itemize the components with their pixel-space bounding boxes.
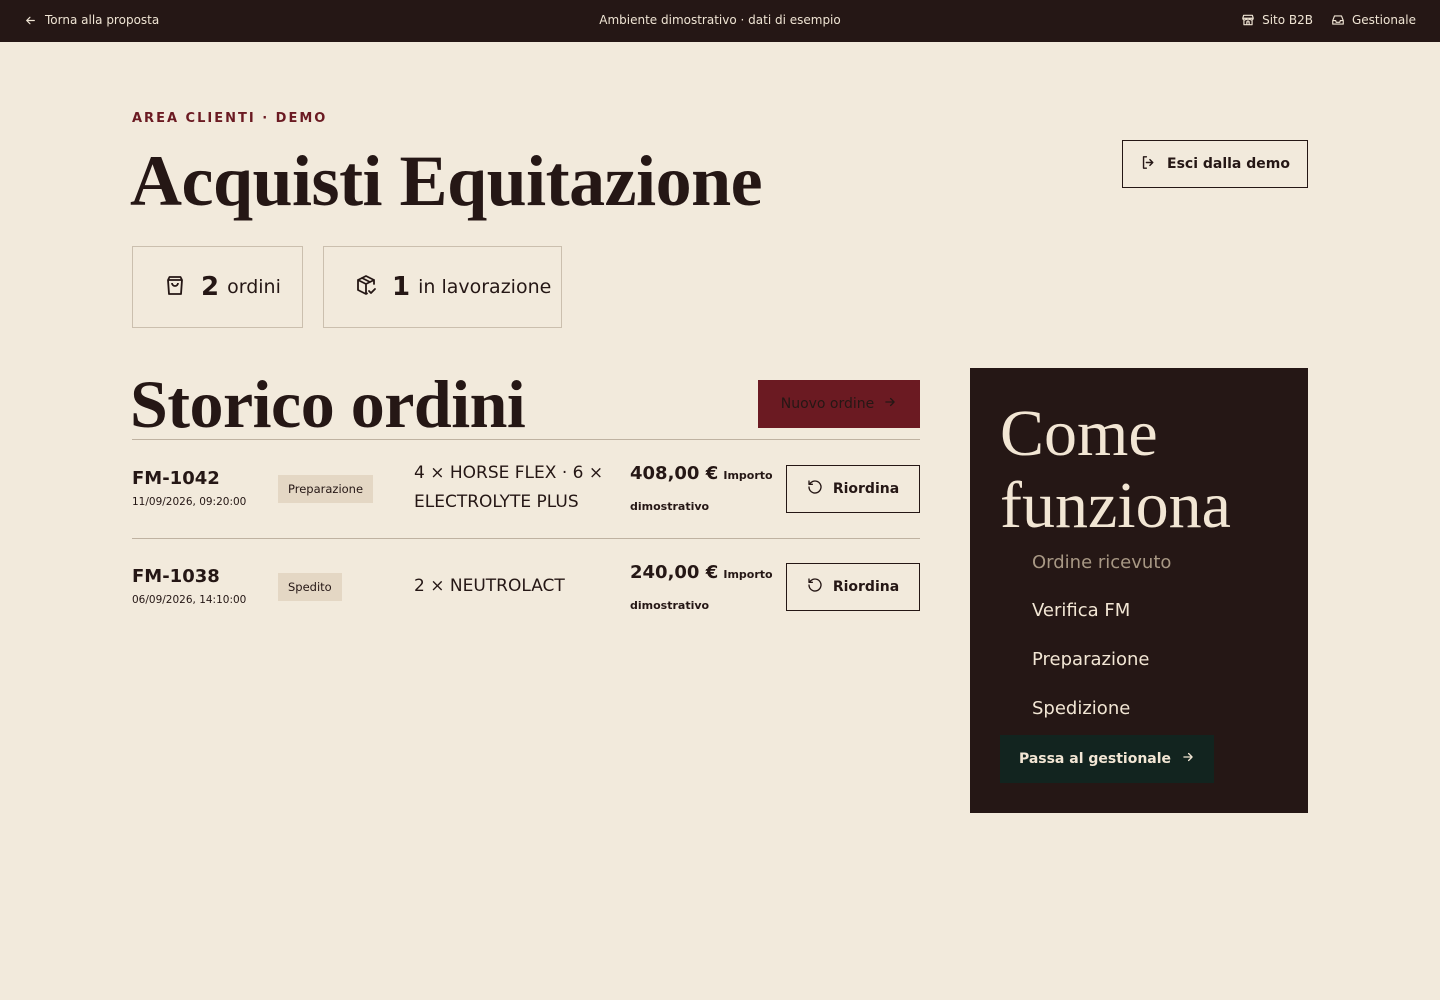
step-preparation: Preparazione (1032, 649, 1150, 670)
order-code[interactable]: FM-1042 (132, 468, 220, 489)
order-date: 11/09/2026, 09:20:00 (132, 496, 247, 508)
order-amount-value: 240,00 € (630, 562, 719, 583)
status-badge: Preparazione (278, 475, 374, 503)
go-to-gestionale-button[interactable]: Passa al gestionale (1000, 735, 1214, 783)
new-order-button[interactable]: Nuovo ordine (758, 380, 920, 428)
new-order-label: Nuovo ordine (780, 396, 875, 412)
reorder-button[interactable]: Riordina (786, 563, 920, 611)
divider (132, 538, 920, 539)
package-check-icon (354, 273, 378, 301)
logout-icon (1140, 154, 1157, 175)
reorder-label: Riordina (832, 579, 900, 595)
gestionale-link[interactable]: Gestionale (1331, 13, 1416, 27)
stat-in-progress-value: 1 (392, 272, 411, 302)
top-bar: Torna alla proposta Ambiente dimostrativ… (0, 0, 1440, 42)
panel-title: Come funziona (1000, 397, 1231, 542)
order-amount: 240,00 € Importo dimostrativo (630, 558, 780, 620)
gestionale-label: Gestionale (1352, 13, 1416, 27)
order-code[interactable]: FM-1038 (132, 566, 220, 587)
arrow-right-icon (1181, 750, 1195, 768)
demo-notice: Ambiente dimostrativo · dati di esempio (599, 13, 841, 27)
divider (132, 439, 920, 440)
orders-heading: Storico ordini (130, 366, 526, 442)
exit-demo-label: Esci dalla demo (1167, 156, 1290, 172)
site-b2b-link[interactable]: Sito B2B (1241, 13, 1313, 27)
order-date: 06/09/2026, 14:10:00 (132, 594, 247, 606)
step-shipping: Spedizione (1032, 698, 1131, 719)
status-badge: Spedito (278, 573, 342, 601)
reorder-label: Riordina (832, 481, 900, 497)
table-row: FM-1038 06/09/2026, 14:10:00 Spedito 2 ×… (132, 558, 920, 618)
order-items: 4 × HORSE FLEX · 6 × ELECTROLYTE PLUS (414, 463, 604, 512)
rotate-ccw-icon (807, 479, 823, 499)
how-it-works-panel: Come funziona Ordine ricevuto Verifica F… (970, 368, 1308, 813)
stat-in-progress-label: in lavorazione (418, 276, 552, 298)
shopping-bag-icon (163, 273, 187, 301)
inbox-icon (1331, 13, 1345, 27)
order-amount-value: 408,00 € (630, 463, 719, 484)
site-b2b-label: Sito B2B (1262, 13, 1313, 27)
stat-orders-value: 2 (201, 272, 220, 302)
stat-orders-label: ordini (227, 276, 281, 298)
exit-demo-button[interactable]: Esci dalla demo (1122, 140, 1308, 188)
stat-in-progress: 1 in lavorazione (323, 246, 562, 328)
arrow-right-icon (883, 395, 897, 413)
eyebrow-label: AREA CLIENTI · DEMO (132, 111, 328, 126)
step-order-received: Ordine ricevuto (1032, 552, 1172, 573)
step-fm-check: Verifica FM (1032, 600, 1131, 621)
table-row: FM-1042 11/09/2026, 09:20:00 Preparazion… (132, 460, 920, 520)
rotate-ccw-icon (807, 577, 823, 597)
order-amount: 408,00 € Importo dimostrativo (630, 459, 780, 521)
stat-orders: 2 ordini (132, 246, 303, 328)
store-icon (1241, 13, 1255, 27)
go-to-gestionale-label: Passa al gestionale (1018, 751, 1172, 767)
order-items: 2 × NEUTROLACT (414, 576, 565, 596)
page-title: Acquisti Equitazione (130, 141, 763, 221)
reorder-button[interactable]: Riordina (786, 465, 920, 513)
